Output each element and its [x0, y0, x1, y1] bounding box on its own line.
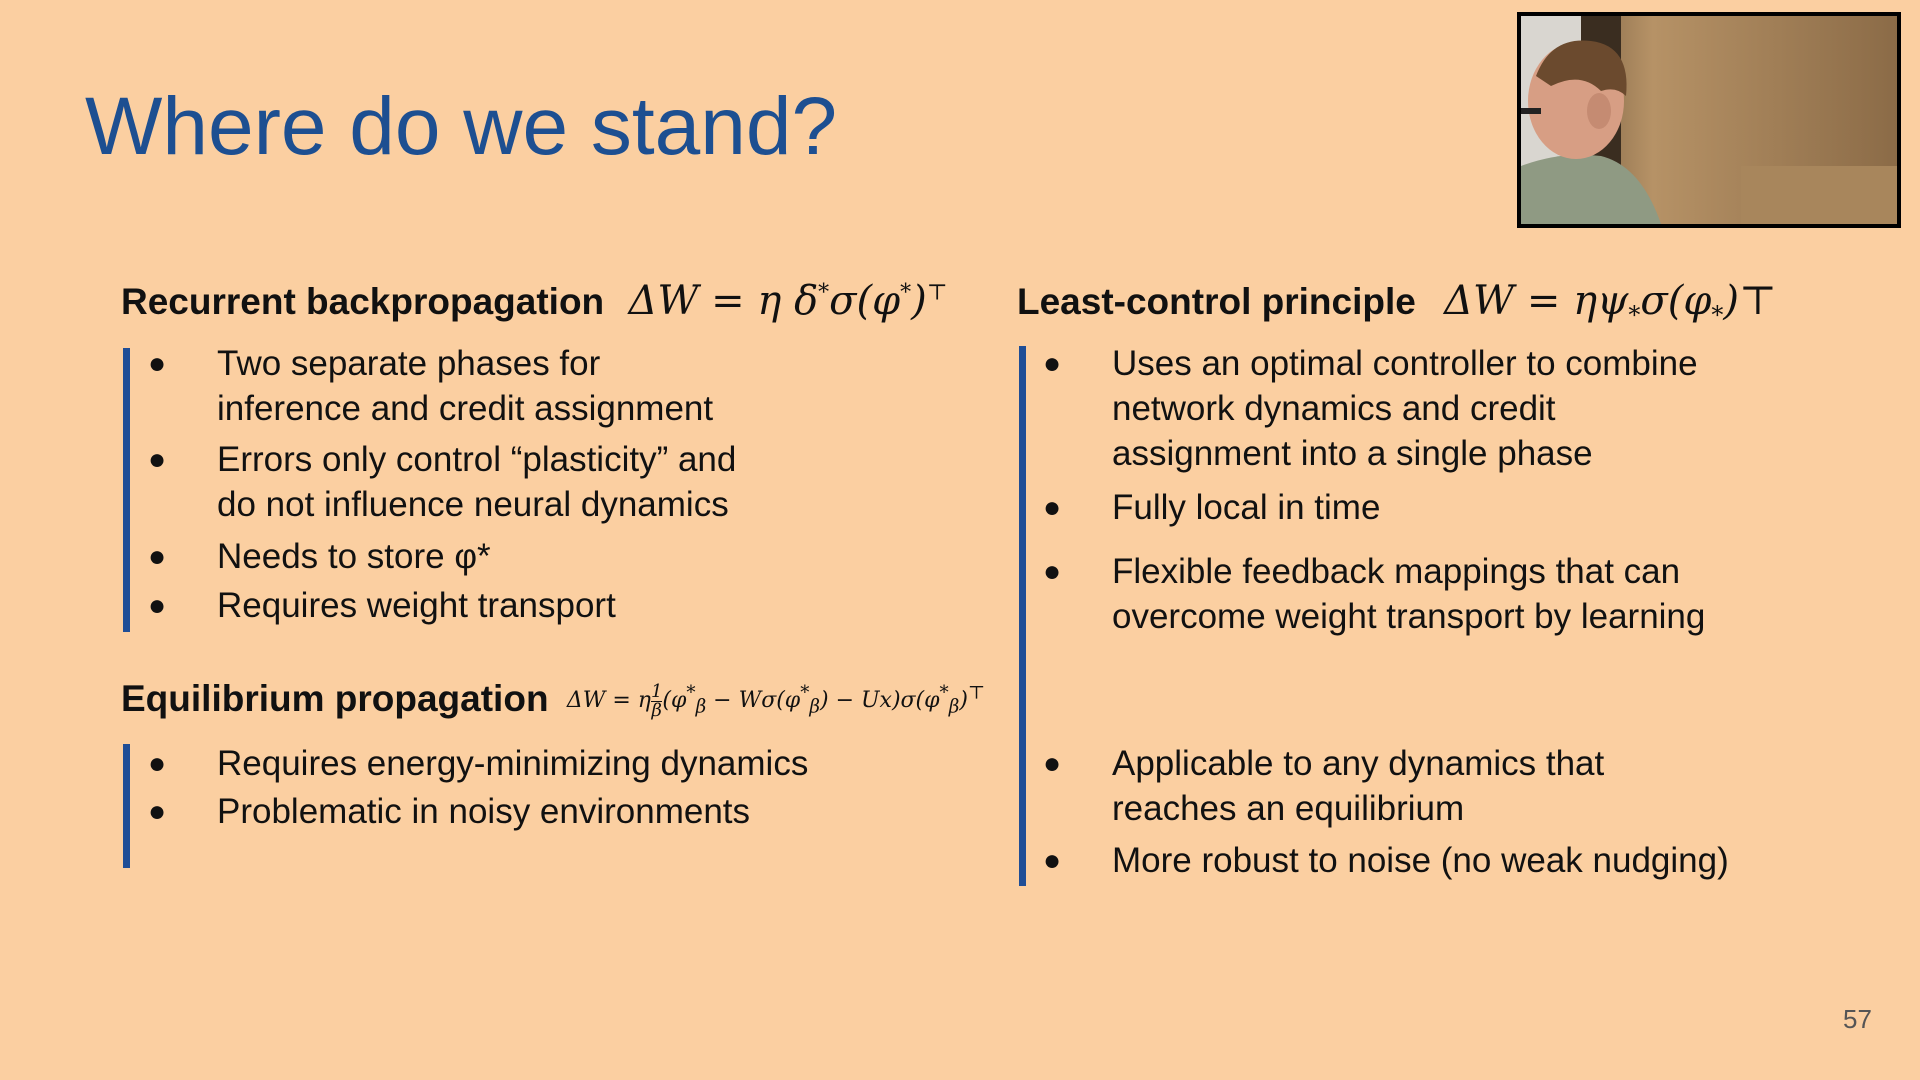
least-control-heading-row: Least-control principle ΔW = ηψ*σ(φ*)⊤: [1017, 279, 1777, 328]
list-item: Fully local in time: [1112, 488, 1381, 527]
bullet-dot-icon: ●: [1043, 747, 1062, 780]
speaker-video-icon: [1521, 16, 1897, 224]
bullet-dot-icon: ●: [1043, 555, 1062, 588]
equilibrium-prop-heading-row: Equilibrium propagation ΔW = η 1 β (φ*β − W…: [121, 678, 986, 721]
list-item: Needs to store φ*: [217, 537, 491, 576]
list-item: Problematic in noisy environments: [217, 792, 751, 831]
bullet-dot-icon: ●: [148, 443, 167, 476]
equilibrium-prop-formula: ΔW = η 1 β (φ*β − Wσ(φ*β) − Ux)σ(φ*β)⊤: [566, 680, 986, 721]
section-accent-bar: [123, 744, 130, 868]
list-item: Flexible feedback mappings that can over…: [1112, 552, 1706, 636]
slide-title: Where do we stand?: [85, 81, 838, 172]
recurrent-backprop-heading-row: Recurrent backpropagation ΔW = η δ*σ(φ*)…: [121, 279, 947, 323]
bullet-dot-icon: ●: [148, 795, 167, 828]
bullet-dot-icon: ●: [1043, 347, 1062, 380]
bullet-dot-icon: ●: [148, 540, 167, 573]
recurrent-backprop-heading: Recurrent backpropagation: [121, 281, 605, 322]
equilibrium-prop-heading: Equilibrium propagation: [121, 678, 549, 719]
bullet-dot-icon: ●: [148, 589, 167, 622]
least-control-heading: Least-control principle: [1017, 281, 1416, 322]
webcam-thumbnail: [1517, 12, 1901, 228]
page-number: 57: [1843, 1004, 1872, 1034]
bullet-dot-icon: ●: [1043, 491, 1062, 524]
least-control-formula: ΔW = ηψ*σ(φ*)⊤: [1444, 278, 1777, 329]
section-accent-bar: [1019, 346, 1026, 886]
bullet-dot-icon: ●: [1043, 844, 1062, 877]
section-accent-bar: [123, 348, 130, 632]
list-item: Applicable to any dynamics that reaches …: [1112, 744, 1605, 828]
list-item: Errors only control “plasticity” and do …: [217, 440, 737, 524]
recurrent-backprop-formula: ΔW = η δ*σ(φ*)⊤: [628, 278, 948, 324]
list-item: Uses an optimal controller to combine ne…: [1112, 344, 1698, 473]
bullet-dot-icon: ●: [148, 747, 167, 780]
list-item: Requires energy-minimizing dynamics: [217, 744, 809, 783]
bullet-dot-icon: ●: [148, 347, 167, 380]
list-item: Two separate phases for inference and cr…: [217, 344, 714, 428]
list-item: Requires weight transport: [217, 586, 616, 625]
list-item: More robust to noise (no weak nudging): [1112, 841, 1729, 880]
